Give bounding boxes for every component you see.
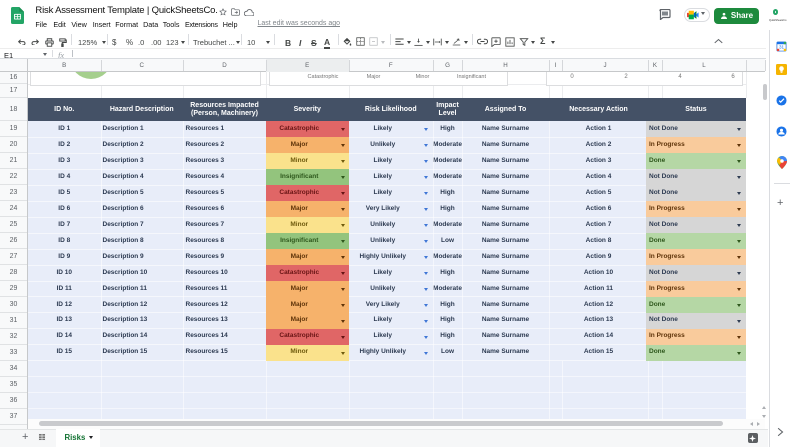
- svg-text:31: 31: [779, 44, 785, 49]
